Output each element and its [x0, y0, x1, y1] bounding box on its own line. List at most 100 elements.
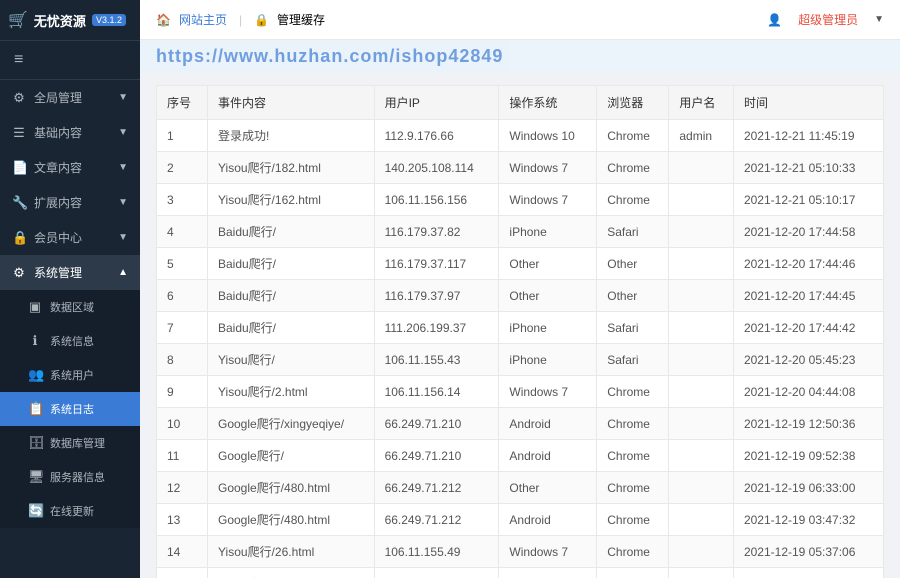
sidebar-item-kuozhan[interactable]: 🔧 扩展内容 ▼ [0, 185, 140, 220]
home-link[interactable]: 网站主页 [179, 11, 227, 28]
sidebar-item-label: 在线更新 [50, 503, 94, 519]
cell-id: 15 [157, 568, 208, 578]
cell-ip: 116.179.37.117 [374, 248, 499, 280]
shujuquyu-icon: ▣ [28, 299, 42, 315]
col-ip: 用户IP [374, 86, 499, 120]
xitongrizhi-icon: 📋 [28, 401, 42, 417]
cell-id: 4 [157, 216, 208, 248]
cell-os: Other [499, 472, 597, 504]
cell-user: admin [669, 120, 734, 152]
sidebar-item-xitongrizhi[interactable]: 📋 系统日志 [0, 392, 140, 426]
cell-browser: Safari [597, 216, 669, 248]
sidebar-logo: 🛒 无忧资源 V3.1.2 [0, 0, 140, 41]
sidebar-item-wenzhang[interactable]: 📄 文章内容 ▼ [0, 150, 140, 185]
cell-user [669, 152, 734, 184]
cell-event: Google爬行/480.html [207, 472, 374, 504]
cell-ip: 111.206.199.37 [374, 312, 499, 344]
cell-ip: 66.249.71.210 [374, 440, 499, 472]
cell-id: 3 [157, 184, 208, 216]
col-browser: 浏览器 [597, 86, 669, 120]
sidebar-item-shujuquyu[interactable]: ▣ 数据区域 [0, 290, 140, 324]
cell-time: 2021-12-16 04:53:10 [733, 568, 883, 578]
cell-id: 7 [157, 312, 208, 344]
sidebar-item-shujukuguanli[interactable]: 🗄 数据库管理 [0, 426, 140, 460]
xitongyonghu-icon: 👥 [28, 367, 42, 383]
cell-id: 14 [157, 536, 208, 568]
sidebar-item-jiben[interactable]: ☰ 基础内容 ▼ [0, 115, 140, 150]
cell-os: Windows 7 [499, 184, 597, 216]
watermark-bar: https://www.huzhan.com/ishop42849 [140, 40, 900, 73]
cell-ip: 66.249.71.210 [374, 408, 499, 440]
cell-user [669, 216, 734, 248]
sidebar-item-label: 基础内容 [34, 124, 82, 141]
sidebar-item-xitongxinxi[interactable]: ℹ 系统信息 [0, 324, 140, 358]
col-time: 时间 [733, 86, 883, 120]
cell-browser: Other [597, 280, 669, 312]
cell-time: 2021-12-19 06:33:00 [733, 472, 883, 504]
table-row: 8 Yisou爬行/ 106.11.155.43 iPhone Safari 2… [157, 344, 884, 376]
manager-link[interactable]: 管理缓存 [277, 11, 325, 28]
cell-time: 2021-12-20 17:44:42 [733, 312, 883, 344]
table-row: 14 Yisou爬行/26.html 106.11.155.49 Windows… [157, 536, 884, 568]
cell-browser: Chrome [597, 376, 669, 408]
sidebar-item-quanju[interactable]: ⚙ 全局管理 ▼ [0, 80, 140, 115]
topbar: 🏠 网站主页 | 🔒 管理缓存 👤 超级管理员 ▼ [140, 0, 900, 40]
cell-user [669, 344, 734, 376]
sidebar-item-xitongyonghu[interactable]: 👥 系统用户 [0, 358, 140, 392]
sidebar-item-label: 会员中心 [34, 229, 82, 246]
sidebar-submenu: ▣ 数据区域 ℹ 系统信息 👥 系统用户 📋 系统日志 🗄 数据库管理 🖥 [0, 290, 140, 528]
cell-event: Google爬行/xingyeqiye/ [207, 408, 374, 440]
sep: | [239, 13, 242, 27]
cell-user [669, 568, 734, 578]
main-content: 🏠 网站主页 | 🔒 管理缓存 👤 超级管理员 ▼ https://www.hu… [140, 0, 900, 578]
sidebar-item-huiyuan[interactable]: 🔒 会员中心 ▼ [0, 220, 140, 255]
cell-time: 2021-12-20 17:44:45 [733, 280, 883, 312]
shujukuguanli-icon: 🗄 [28, 435, 42, 451]
xitong-icon: ⚙ [12, 265, 26, 281]
sidebar-item-label: 服务器信息 [50, 469, 105, 485]
content-area: 序号 事件内容 用户IP 操作系统 浏览器 用户名 时间 1 登录成功! 112… [140, 73, 900, 578]
cell-ip: 116.179.37.203 [374, 568, 499, 578]
cell-os: Windows 7 [499, 376, 597, 408]
arrow-icon: ▼ [118, 162, 128, 173]
xitongxinxi-icon: ℹ [28, 333, 42, 349]
kuozhan-icon: 🔧 [12, 195, 26, 211]
sidebar-item-zaixiangengxin[interactable]: 🔄 在线更新 [0, 494, 140, 528]
cell-user [669, 536, 734, 568]
cell-os: iPhone [499, 216, 597, 248]
user-dropdown-icon[interactable]: ▼ [874, 14, 884, 25]
table-row: 4 Baidu爬行/ 116.179.37.82 iPhone Safari 2… [157, 216, 884, 248]
cell-id: 6 [157, 280, 208, 312]
sidebar-item-fuwuqixinxi[interactable]: 🖥 服务器信息 [0, 460, 140, 494]
huiyuan-icon: 🔒 [12, 230, 26, 246]
cell-ip: 106.11.155.43 [374, 344, 499, 376]
menu-toggle[interactable]: ≡ [0, 41, 140, 80]
sidebar-item-xitong[interactable]: ⚙ 系统管理 ▲ [0, 255, 140, 290]
cell-time: 2021-12-20 05:45:23 [733, 344, 883, 376]
cell-os: Android [499, 504, 597, 536]
cell-event: Yisou爬行/182.html [207, 152, 374, 184]
sidebar-item-label: 系统日志 [50, 401, 94, 417]
table-row: 13 Google爬行/480.html 66.249.71.212 Andro… [157, 504, 884, 536]
cell-browser: Safari [597, 312, 669, 344]
table-row: 1 登录成功! 112.9.176.66 Windows 10 Chrome a… [157, 120, 884, 152]
col-id: 序号 [157, 86, 208, 120]
cell-user [669, 312, 734, 344]
cell-os: iPhone [499, 344, 597, 376]
arrow-icon: ▼ [118, 197, 128, 208]
topbar-left: 🏠 网站主页 | 🔒 管理缓存 [156, 11, 325, 28]
col-os: 操作系统 [499, 86, 597, 120]
cell-id: 12 [157, 472, 208, 504]
cell-id: 1 [157, 120, 208, 152]
cell-time: 2021-12-21 05:10:17 [733, 184, 883, 216]
cell-time: 2021-12-19 12:50:36 [733, 408, 883, 440]
sidebar-item-label: 数据库管理 [50, 435, 105, 451]
cell-user [669, 280, 734, 312]
sidebar-item-label: 数据区域 [50, 299, 94, 315]
home-icon: 🏠 [156, 13, 171, 27]
cell-user [669, 376, 734, 408]
table-header-row: 序号 事件内容 用户IP 操作系统 浏览器 用户名 时间 [157, 86, 884, 120]
cell-time: 2021-12-21 05:10:33 [733, 152, 883, 184]
cell-time: 2021-12-20 17:44:46 [733, 248, 883, 280]
user-label[interactable]: 超级管理员 [798, 11, 858, 28]
